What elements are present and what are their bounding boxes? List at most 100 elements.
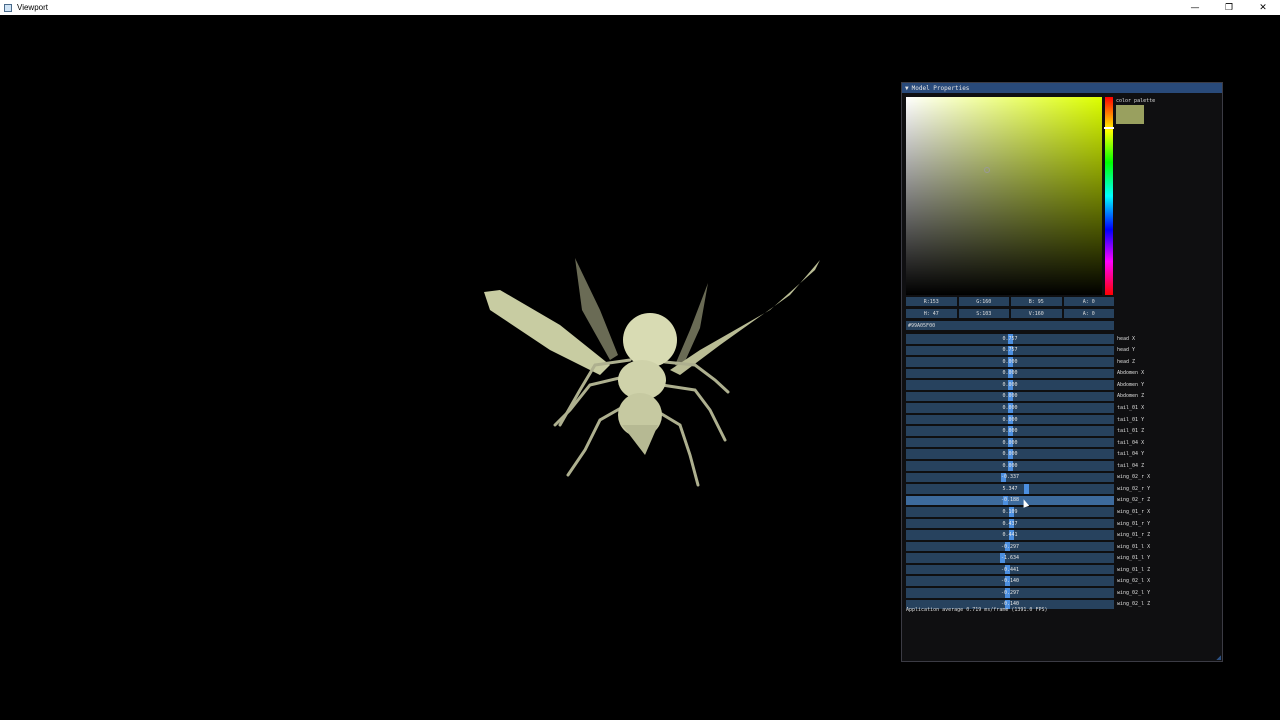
panel-title: Model Properties xyxy=(911,84,970,92)
slider-value: 0.000 xyxy=(1002,381,1018,388)
slider-value: 0.000 xyxy=(1002,405,1018,412)
leg-r2 xyxy=(660,383,727,442)
slider-value: 0.000 xyxy=(1002,428,1018,435)
slider-value: 0.000 xyxy=(1002,462,1018,469)
green-input[interactable]: G:160 xyxy=(958,297,1009,306)
hex-input[interactable]: #99A05F00 xyxy=(906,321,1114,330)
slider-row: 0.000 tail_01 Z xyxy=(906,425,1216,437)
slider-row: 0.000 tail_01 X xyxy=(906,402,1216,414)
slider-row: 0.000 tail_04 Z xyxy=(906,460,1216,472)
window-controls: — ❐ ✕ xyxy=(1178,0,1280,15)
maximize-button[interactable]: ❐ xyxy=(1212,0,1246,15)
slider-row: 0.000 Abdomen Z xyxy=(906,391,1216,403)
wasp-model xyxy=(484,258,820,487)
slider-value: -0.140 xyxy=(1000,578,1020,585)
slider-value: -0.297 xyxy=(1000,589,1020,596)
slider-value: -0.441 xyxy=(1000,566,1020,573)
slider-row: -0.297 wing_02_l Y xyxy=(906,587,1216,599)
leg-r3 xyxy=(653,408,700,487)
bone-sliders: 0.757 head X 0.757 head Y 0.000 head Z 0.000 Ab… xyxy=(906,333,1216,610)
slider-label: Abdomen Y xyxy=(1117,381,1145,388)
slider-value: -0.188 xyxy=(1000,497,1020,504)
wasp-head xyxy=(623,313,677,367)
palette-label: color palette xyxy=(1116,98,1156,104)
saturation-value-picker[interactable] xyxy=(906,97,1102,295)
slider-label: wing_02_l X xyxy=(1117,578,1151,585)
slider-label: wing_02_l Y xyxy=(1117,589,1151,596)
resize-grip[interactable] xyxy=(1216,655,1221,660)
slider-label: wing_02_l Z xyxy=(1117,601,1151,608)
slider-label: wing_01_l Y xyxy=(1117,555,1151,562)
slider-value: 0.000 xyxy=(1002,416,1018,423)
slider-label: tail_04 X xyxy=(1117,439,1145,446)
slider-label: Abdomen X xyxy=(1117,370,1145,377)
minimize-button[interactable]: — xyxy=(1178,0,1212,15)
slider-label: wing_02_r Y xyxy=(1117,485,1151,492)
slider-label: tail_04 Z xyxy=(1117,462,1145,469)
color-swatch[interactable] xyxy=(1116,105,1144,124)
slider-value: -0.337 xyxy=(1000,474,1020,481)
slider-value: 0.000 xyxy=(1002,451,1018,458)
slider-row: 0.441 wing_01_r Z xyxy=(906,529,1216,541)
rgba-inputs: R:153 G:160 B: 95 A: 0 xyxy=(906,297,1114,306)
slider-value: 0.441 xyxy=(1002,532,1018,539)
slider-label: wing_01_r X xyxy=(1117,508,1151,515)
slider-label: head Z xyxy=(1117,358,1136,365)
wing-front-right xyxy=(670,260,820,375)
slider-label: Abdomen Z xyxy=(1117,393,1145,400)
slider-row: 0.000 Abdomen Y xyxy=(906,379,1216,391)
slider-row: 0.000 tail_04 X xyxy=(906,437,1216,449)
slider-row: 0.757 head Y xyxy=(906,345,1216,357)
slider-row: -1.634 wing_01_l Y xyxy=(906,552,1216,564)
hsv-alpha-input[interactable]: A: 0 xyxy=(1063,309,1114,318)
slider-label: tail_01 Y xyxy=(1117,416,1145,423)
slider-value: 0.000 xyxy=(1002,439,1018,446)
red-input[interactable]: R:153 xyxy=(906,297,957,306)
saturation-input[interactable]: S:103 xyxy=(958,309,1009,318)
slider-label: wing_02_r Z xyxy=(1117,497,1151,504)
triangle-down-icon[interactable]: ▼ xyxy=(905,85,909,92)
slider-label: wing_01_l X xyxy=(1117,543,1151,550)
slider-value: 0.757 xyxy=(1002,335,1018,342)
slider-row: -0.297 wing_01_l X xyxy=(906,541,1216,553)
slider-value: -0.297 xyxy=(1000,543,1020,550)
slider-label: head Y xyxy=(1117,347,1136,354)
hsva-inputs: H: 47 S:103 V:160 A: 0 xyxy=(906,309,1114,318)
sv-cursor[interactable] xyxy=(984,167,990,173)
slider-row: -0.140 wing_02_l X xyxy=(906,575,1216,587)
slider-value: 0.000 xyxy=(1002,358,1018,365)
slider-value: 0.109 xyxy=(1002,508,1018,515)
panel-header[interactable]: ▼ Model Properties xyxy=(902,83,1222,93)
slider-label: tail_04 Y xyxy=(1117,451,1145,458)
slider-label: tail_01 Z xyxy=(1117,428,1145,435)
slider-value: -1.634 xyxy=(1000,555,1020,562)
slider-row: 0.000 Abdomen X xyxy=(906,368,1216,380)
hue-marker[interactable] xyxy=(1104,127,1114,129)
slider-label: head X xyxy=(1117,335,1136,342)
slider-label: tail_01 X xyxy=(1117,405,1145,412)
slider-value: 0.437 xyxy=(1002,520,1018,527)
slider-row: -0.441 wing_01_l Z xyxy=(906,564,1216,576)
slider-label: wing_02_r X xyxy=(1117,474,1151,481)
value-input[interactable]: V:160 xyxy=(1011,309,1062,318)
slider-value: 0.757 xyxy=(1002,347,1018,354)
slider-label: wing_01_r Z xyxy=(1117,532,1151,539)
app-icon xyxy=(4,3,12,12)
hue-input[interactable]: H: 47 xyxy=(906,309,957,318)
window-titlebar[interactable]: Viewport — ❐ ✕ xyxy=(0,0,1280,15)
slider-row: 0.109 wing_01_r X xyxy=(906,506,1216,518)
alpha-input[interactable]: A: 0 xyxy=(1063,297,1114,306)
slider-value: 0.000 xyxy=(1002,393,1018,400)
slider-value: 5.347 xyxy=(1002,485,1018,492)
slider-row: 0.757 head X xyxy=(906,333,1216,345)
window-title: Viewport xyxy=(17,3,48,12)
slider-label: wing_01_r Y xyxy=(1117,520,1151,527)
close-button[interactable]: ✕ xyxy=(1246,0,1280,15)
blue-input[interactable]: B: 95 xyxy=(1011,297,1062,306)
slider-row: 0.437 wing_01_r Y xyxy=(906,518,1216,530)
model-properties-panel[interactable]: ▼ Model Properties color palette R:153 G… xyxy=(901,82,1223,662)
slider-row: -0.337 wing_02_r X xyxy=(906,472,1216,484)
slider-row: 0.000 tail_04 Y xyxy=(906,448,1216,460)
wasp-stinger xyxy=(622,425,658,455)
slider-value: 0.000 xyxy=(1002,370,1018,377)
